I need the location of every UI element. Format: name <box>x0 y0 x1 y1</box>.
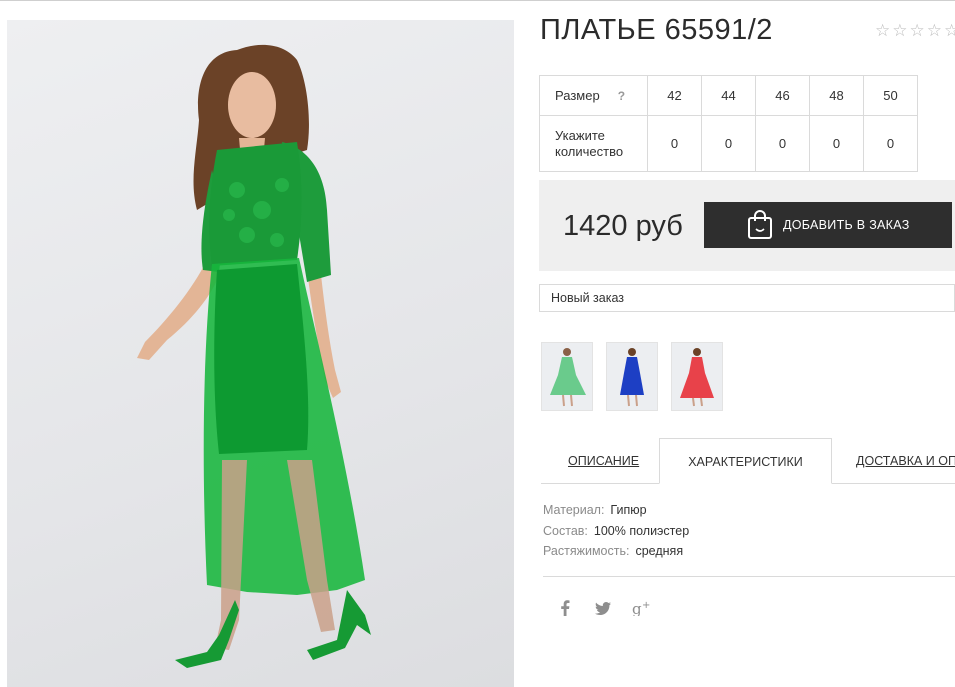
order-select[interactable]: Новый заказ <box>539 284 955 312</box>
twitter-icon[interactable] <box>594 601 612 619</box>
size-help-icon[interactable]: ? <box>618 89 625 103</box>
size-label: Размер <box>555 88 600 103</box>
spec-value: Гипюр <box>610 503 647 517</box>
quantity-input-42[interactable]: 0 <box>647 115 702 172</box>
spec-value: 100% полиэстер <box>593 523 690 538</box>
header-divider <box>0 0 955 1</box>
spec-key: Материал: <box>543 503 605 517</box>
size-48: 48 <box>809 75 864 116</box>
star-icon[interactable]: ☆ <box>910 22 925 40</box>
tab-description[interactable]: ОПИСАНИЕ <box>568 438 639 484</box>
tab-characteristics[interactable]: ХАРАКТЕРИСТИКИ <box>659 438 832 484</box>
thumbnail-blue[interactable] <box>606 342 658 411</box>
svg-text:g: g <box>632 600 642 616</box>
social-share: g + <box>556 600 650 620</box>
spec-row-composition: Состав: 100% полиэстер <box>543 521 689 542</box>
tabs-row: ОПИСАНИЕ ХАРАКТЕРИСТИКИ ДОСТАВКА И ОПЛАТ… <box>541 438 955 484</box>
add-to-order-label: ДОБАВИТЬ В ЗАКАЗ <box>783 218 910 232</box>
product-price: 1420 руб <box>563 210 683 242</box>
quantity-input-50[interactable]: 0 <box>863 115 918 172</box>
quantity-input-46[interactable]: 0 <box>755 115 810 172</box>
rating-stars[interactable]: ☆ ☆ ☆ ☆ ☆ <box>875 22 955 40</box>
size-quantity-table: Размер? 42 44 46 48 50 Укажите количеств… <box>539 75 918 172</box>
star-icon[interactable]: ☆ <box>875 22 890 40</box>
size-46: 46 <box>755 75 810 116</box>
price-panel: 1420 руб ДОБАВИТЬ В ЗАКАЗ <box>539 180 955 271</box>
add-to-order-button[interactable]: ДОБАВИТЬ В ЗАКАЗ <box>704 202 952 248</box>
quantity-input-44[interactable]: 0 <box>701 115 756 172</box>
product-title: ПЛАТЬЕ 65591/2 <box>540 14 773 46</box>
quantity-header: Укажите количество <box>539 115 648 172</box>
spec-value: средняя <box>635 544 684 558</box>
spec-row-stretch: Растяжимость: средняя <box>543 541 689 562</box>
model-figure-image <box>137 44 371 668</box>
quantity-input-48[interactable]: 0 <box>809 115 864 172</box>
color-thumbnails <box>541 342 723 411</box>
shopping-bag-icon <box>747 210 773 240</box>
thumbnail-green[interactable] <box>541 342 593 411</box>
spec-key: Состав: <box>543 523 588 538</box>
star-icon[interactable]: ☆ <box>892 22 907 40</box>
facebook-icon[interactable] <box>556 600 574 620</box>
thumbnail-red[interactable] <box>671 342 723 411</box>
quantity-label-line1: Укажите <box>555 127 605 143</box>
characteristics-list: Материал: Гипюр Состав: 100% полиэстер Рас… <box>543 500 689 562</box>
star-icon[interactable]: ☆ <box>944 22 955 40</box>
google-plus-icon[interactable]: g + <box>632 600 650 620</box>
product-tabs: ОПИСАНИЕ ХАРАКТЕРИСТИКИ ДОСТАВКА И ОПЛАТ… <box>541 438 955 484</box>
quantity-label-line2: количество <box>555 143 624 159</box>
star-icon[interactable]: ☆ <box>927 22 942 40</box>
size-42: 42 <box>647 75 702 116</box>
spec-key: Растяжимость: <box>543 544 630 558</box>
size-44: 44 <box>701 75 756 116</box>
size-header: Размер? <box>539 75 648 116</box>
tab-delivery-payment[interactable]: ДОСТАВКА И ОПЛАТА <box>856 438 955 484</box>
social-divider <box>543 576 955 577</box>
product-photo[interactable] <box>7 20 514 687</box>
svg-text:+: + <box>642 600 650 611</box>
size-50: 50 <box>863 75 918 116</box>
spec-row-material: Материал: Гипюр <box>543 500 689 521</box>
